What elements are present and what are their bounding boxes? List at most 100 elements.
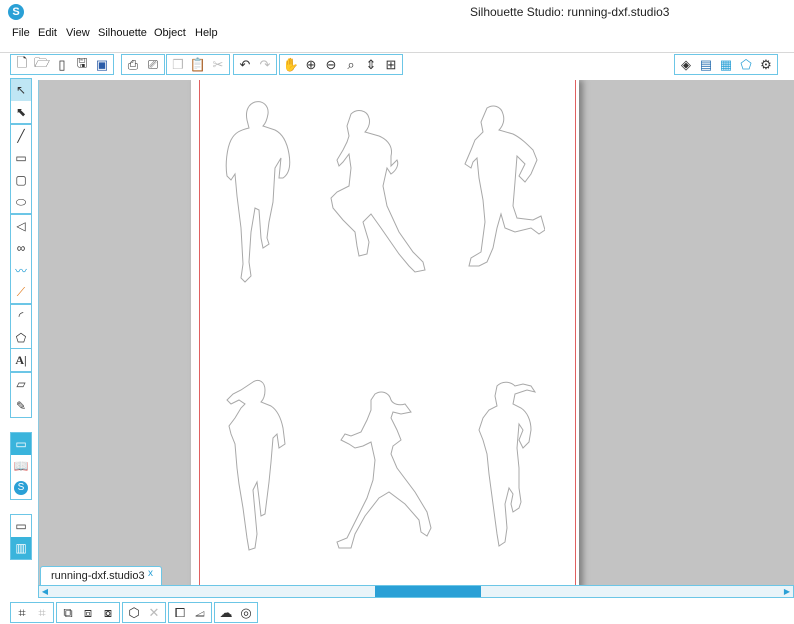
effects-tools-group: ☁ ◎	[214, 602, 258, 623]
drag-zoom-icon[interactable]: ⇕	[361, 55, 381, 74]
document-tab[interactable]: running-dxf.studio3 x	[40, 566, 162, 585]
eraser-tools-group: ▱ ✎	[10, 372, 32, 418]
release-compound-icon[interactable]: ⧈	[78, 603, 98, 622]
menu-file[interactable]: File	[12, 27, 30, 39]
freehand-tool-icon[interactable]: 〰	[11, 259, 31, 281]
window-title: Silhouette Studio: running-dxf.studio3	[470, 5, 670, 19]
panel-layout-group: ▭ ▥	[10, 514, 32, 560]
view-tools-group: ▭ 📖 S	[10, 432, 32, 500]
group-icon[interactable]: ⌗	[12, 603, 32, 622]
design-page-view-icon[interactable]: ▭	[11, 433, 31, 455]
design-page[interactable]	[191, 80, 579, 585]
scroll-thumb[interactable]	[375, 586, 481, 597]
file-tools-group: 🗋 🗁 ▯ 🖫 ▣	[10, 54, 114, 75]
send-backward-icon[interactable]: ⧡	[190, 603, 210, 622]
arc-tool-icon[interactable]: ◜	[11, 305, 31, 327]
save-to-library-icon[interactable]: ▣	[92, 55, 112, 74]
grouping-tools-group: ⌗ ⌗	[10, 602, 54, 623]
modify-tools-group: ⬡ ✕	[122, 602, 166, 623]
compound-tools-group: ⧉ ⧈ ⧇	[56, 602, 120, 623]
pan-hand-icon[interactable]: ✋	[281, 55, 301, 74]
close-tab-icon[interactable]: x	[148, 568, 153, 579]
smooth-freehand-tool-icon[interactable]: ⟋	[11, 281, 31, 303]
select-arrow-icon[interactable]: ↖	[11, 79, 31, 101]
line-tool-icon[interactable]: ╱	[11, 125, 31, 147]
selection-tools-group: ↖ ⬉	[10, 78, 32, 124]
shape-pentagon-icon[interactable]: ⬠	[736, 55, 756, 74]
cut-border-right	[575, 80, 576, 585]
zoom-select-icon[interactable]: ⌕	[341, 55, 361, 74]
bring-forward-icon[interactable]: ⧠	[170, 603, 190, 622]
cut-icon[interactable]: ✂	[208, 55, 228, 74]
cut-border-left	[199, 80, 200, 585]
save-icon[interactable]: 🖫	[72, 55, 92, 74]
runner-man-front-3[interactable]	[457, 102, 545, 286]
rounded-rectangle-tool-icon[interactable]: ▢	[11, 169, 31, 191]
bottom-toolbar: ⌗ ⌗ ⧉ ⧈ ⧇ ⬡ ✕ ⧠ ⧡ ☁ ◎	[0, 600, 794, 624]
runner-woman-front-6[interactable]	[477, 378, 543, 554]
menu-edit[interactable]: Edit	[38, 27, 57, 39]
draw-tools-group: ◁ ∞ 〰 ⟋	[10, 214, 32, 304]
paste-icon[interactable]: 📋	[188, 55, 208, 74]
fill-bucket-icon[interactable]: ◈	[676, 55, 696, 74]
subdivide-icon[interactable]: ⬡	[124, 603, 144, 622]
runner-man-side-2[interactable]	[329, 106, 433, 286]
clipboard-tools-group: ❐ 📋 ✂	[166, 54, 230, 75]
compound-path-icon[interactable]: ⧉	[58, 603, 78, 622]
scroll-left-icon[interactable]: ◀	[39, 586, 51, 597]
runner-woman-side-5[interactable]	[335, 388, 445, 558]
fit-to-page-icon[interactable]: ⊞	[381, 55, 401, 74]
menu-help[interactable]: Help	[195, 27, 218, 39]
history-tools-group: ↶ ↷	[233, 54, 277, 75]
runner-woman-back-4[interactable]	[225, 378, 291, 556]
split-panel-icon[interactable]: ▥	[11, 537, 31, 559]
line-style-icon[interactable]: ▤	[696, 55, 716, 74]
scroll-right-icon[interactable]: ▶	[781, 586, 793, 597]
copy-icon[interactable]: ❐	[168, 55, 188, 74]
print-tools-group: ⎙ ⎚	[121, 54, 165, 75]
offset-icon[interactable]: ☁	[216, 603, 236, 622]
open-library-icon[interactable]: ▯	[52, 55, 72, 74]
document-tab-label: running-dxf.studio3	[51, 570, 145, 582]
rectangle-tool-icon[interactable]: ▭	[11, 147, 31, 169]
single-panel-icon[interactable]: ▭	[11, 515, 31, 537]
knife-tool-icon[interactable]: ✎	[11, 395, 31, 417]
horizontal-scrollbar[interactable]: ◀ ▶	[38, 585, 794, 598]
silhouette-store-icon[interactable]: S	[11, 477, 31, 499]
curve-tool-icon[interactable]: ∞	[11, 237, 31, 259]
shape-tools-group: ╱ ▭ ▢ ⬭	[10, 124, 32, 214]
runner-man-front-1[interactable]	[221, 98, 293, 288]
menu-object[interactable]: Object	[154, 27, 186, 39]
weld-icon[interactable]: ⧇	[98, 603, 118, 622]
design-workspace[interactable]	[38, 80, 794, 585]
menu-silhouette[interactable]: Silhouette	[98, 27, 147, 39]
point-edit-icon[interactable]: ⬉	[11, 101, 31, 123]
main-toolbar: 🗋 🗁 ▯ 🖫 ▣ ⎙ ⎚ ❐ 📋 ✂ ↶ ↷ ✋ ⊕ ⊖ ⌕ ⇕ ⊞ ◈ ▤ …	[0, 52, 794, 76]
polygon-tool-icon[interactable]: ◁	[11, 215, 31, 237]
trace-icon[interactable]: ◎	[236, 603, 256, 622]
redo-icon[interactable]: ↷	[255, 55, 275, 74]
zoom-out-icon[interactable]: ⊖	[321, 55, 341, 74]
zoom-tools-group: ✋ ⊕ ⊖ ⌕ ⇕ ⊞	[279, 54, 403, 75]
text-tools-group: A|	[10, 348, 32, 372]
ungroup-icon[interactable]: ⌗	[32, 603, 52, 622]
cut-settings-icon[interactable]: ⚙	[756, 55, 776, 74]
eraser-tool-icon[interactable]: ▱	[11, 373, 31, 395]
menu-bar: File Edit View Silhouette Object Help	[0, 24, 794, 44]
regular-polygon-tool-icon[interactable]: ⬠	[11, 327, 31, 349]
delete-icon[interactable]: ✕	[144, 603, 164, 622]
undo-icon[interactable]: ↶	[235, 55, 255, 74]
text-tool-icon[interactable]: A|	[11, 349, 31, 371]
library-view-icon[interactable]: 📖	[11, 455, 31, 477]
new-document-icon[interactable]: 🗋	[12, 55, 32, 74]
arc-tools-group: ◜ ⬠	[10, 304, 32, 350]
ellipse-tool-icon[interactable]: ⬭	[11, 191, 31, 213]
zoom-in-icon[interactable]: ⊕	[301, 55, 321, 74]
menu-view[interactable]: View	[66, 27, 90, 39]
title-bar: S Silhouette Studio: running-dxf.studio3	[0, 0, 794, 24]
print-and-cut-icon[interactable]: ⎚	[143, 55, 163, 74]
style-panels-group: ◈ ▤ ▦ ⬠ ⚙	[674, 54, 778, 75]
fill-pattern-icon[interactable]: ▦	[716, 55, 736, 74]
open-folder-icon[interactable]: 🗁	[32, 55, 52, 74]
print-icon[interactable]: ⎙	[123, 55, 143, 74]
